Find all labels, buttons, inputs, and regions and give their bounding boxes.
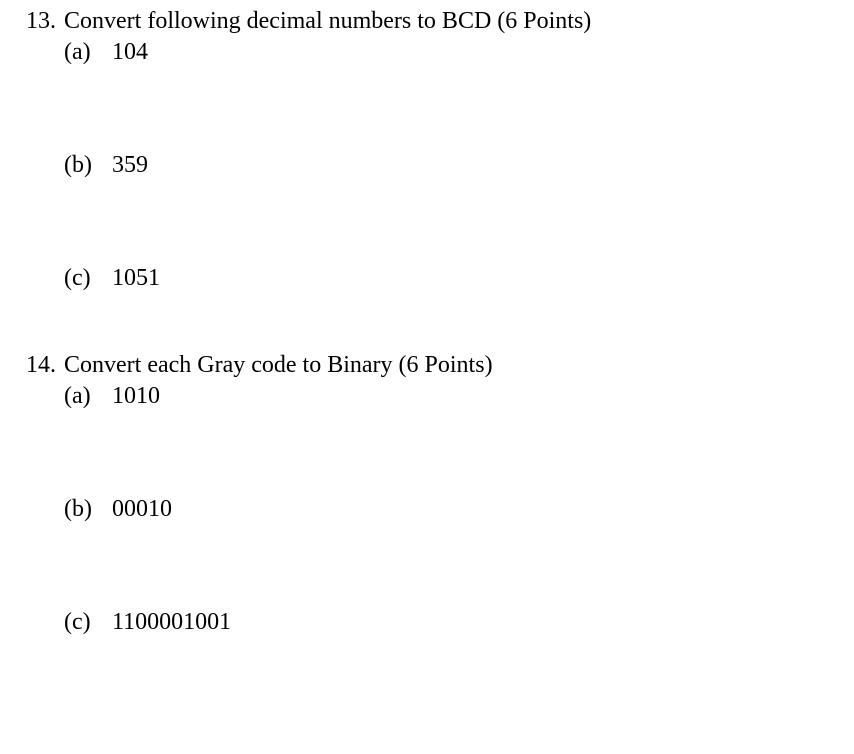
sub-item-a: (a) 1010 — [64, 383, 834, 410]
sub-value: 1051 — [112, 265, 834, 292]
sub-label: (b) — [64, 496, 112, 523]
sub-label: (a) — [64, 39, 112, 66]
sub-item-b: (b) 00010 — [64, 496, 834, 523]
question-number: 14. — [20, 352, 64, 379]
sub-value: 104 — [112, 39, 834, 66]
question-header: 14. Convert each Gray code to Binary (6 … — [20, 352, 834, 379]
question-header: 13. Convert following decimal numbers to… — [20, 8, 834, 35]
question-number: 13. — [20, 8, 64, 35]
question-13: 13. Convert following decimal numbers to… — [20, 8, 834, 292]
question-14: 14. Convert each Gray code to Binary (6 … — [20, 352, 834, 636]
sub-items: (a) 104 (b) 359 (c) 1051 — [64, 39, 834, 292]
sub-value: 00010 — [112, 496, 834, 523]
sub-item-c: (c) 1100001001 — [64, 609, 834, 636]
sub-value: 359 — [112, 152, 834, 179]
sub-item-c: (c) 1051 — [64, 265, 834, 292]
sub-label: (c) — [64, 265, 112, 292]
sub-label: (c) — [64, 609, 112, 636]
sub-item-a: (a) 104 — [64, 39, 834, 66]
question-text: Convert each Gray code to Binary (6 Poin… — [64, 352, 834, 379]
sub-item-b: (b) 359 — [64, 152, 834, 179]
sub-value: 1010 — [112, 383, 834, 410]
question-text: Convert following decimal numbers to BCD… — [64, 8, 834, 35]
sub-value: 1100001001 — [112, 609, 834, 636]
sub-items: (a) 1010 (b) 00010 (c) 1100001001 — [64, 383, 834, 636]
sub-label: (b) — [64, 152, 112, 179]
sub-label: (a) — [64, 383, 112, 410]
